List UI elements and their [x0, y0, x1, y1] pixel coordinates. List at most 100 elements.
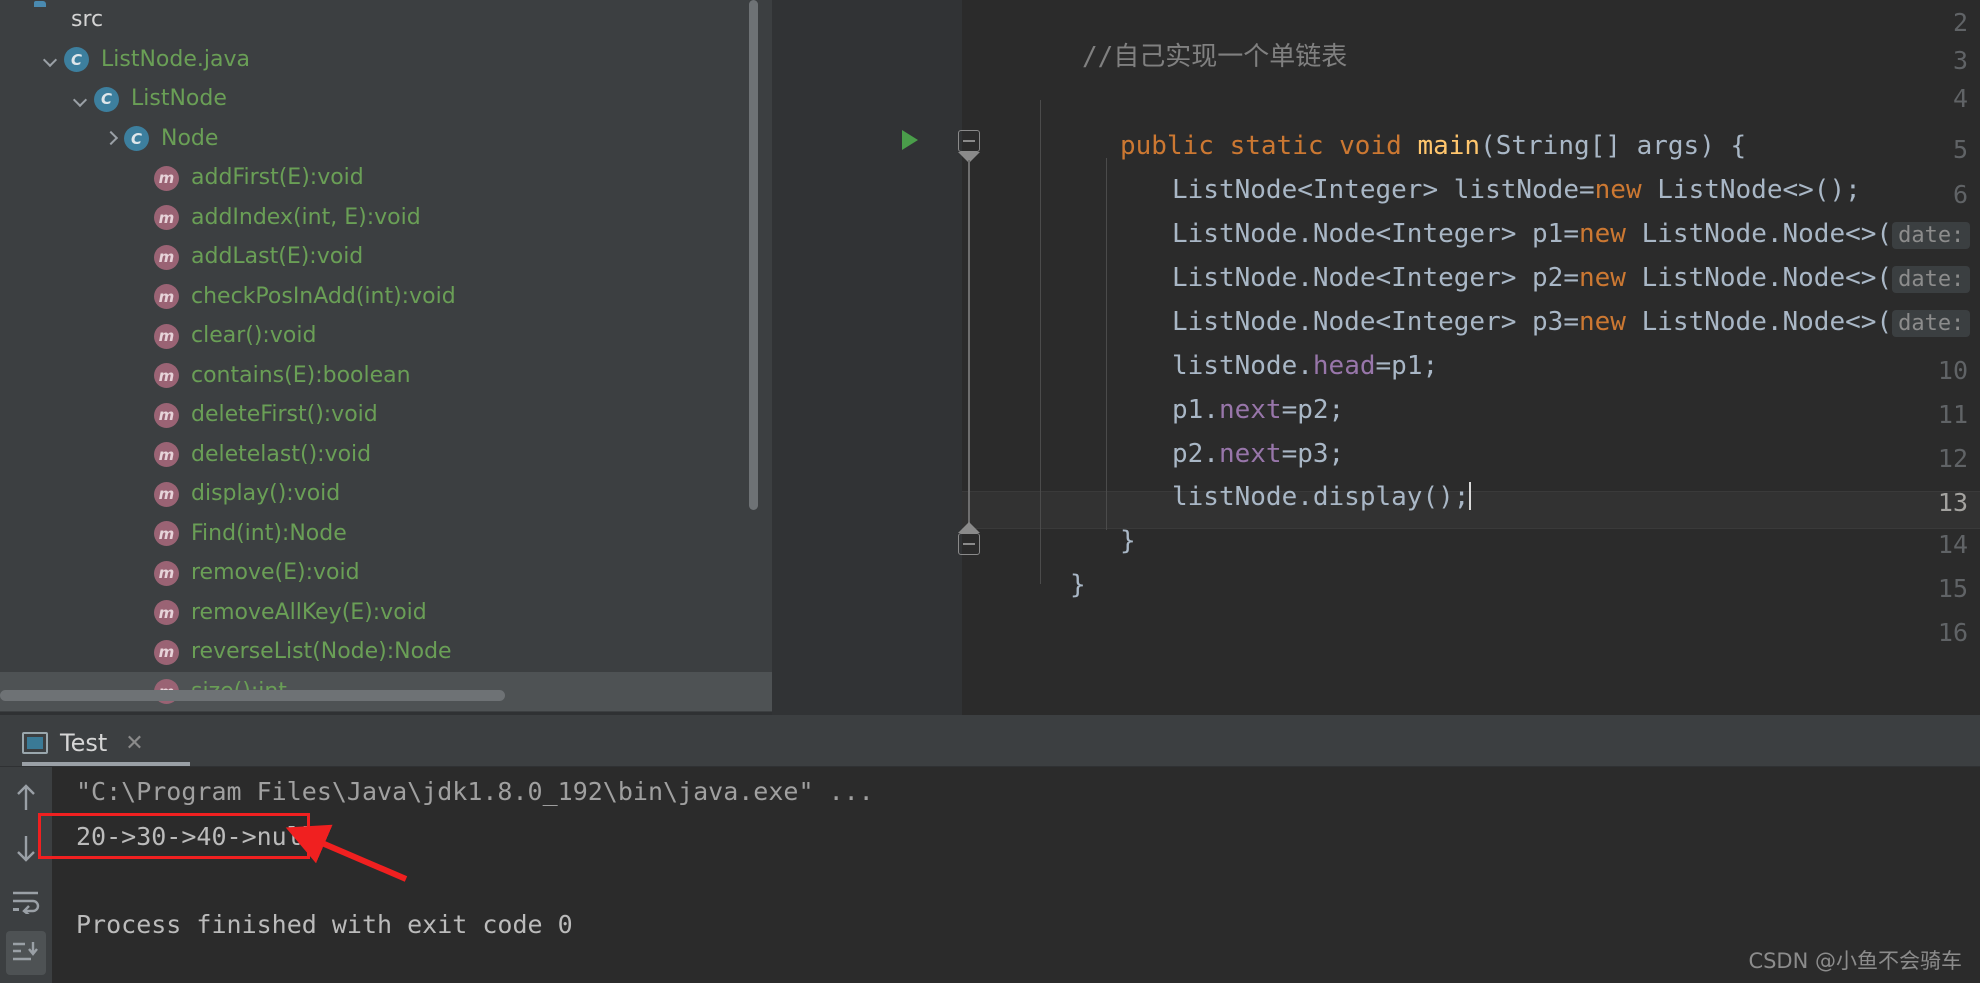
line-number: 14: [1937, 530, 1968, 559]
tree-item-label: remove(E):void: [191, 560, 360, 586]
class-icon: C: [94, 85, 122, 113]
line-number: 2: [1952, 8, 1968, 37]
method-icon: m: [154, 203, 182, 231]
code-line-6: ListNode<Integer> listNode=new ListNode<…: [1172, 171, 1861, 209]
chevron-right-icon[interactable]: [98, 131, 124, 145]
tree-item-label: addLast(E):void: [191, 244, 364, 270]
structure-tree-panel[interactable]: src C ListNode.java C ListNode C Node m addFirst…: [0, 0, 772, 715]
tree-row[interactable]: C ListNode: [0, 79, 772, 119]
method-icon: m: [154, 401, 182, 429]
close-brace-class: }: [1070, 570, 1086, 600]
tree-item-label: Node: [161, 125, 219, 151]
tree-row[interactable]: m removeAllKey(E):void: [0, 593, 772, 633]
structure-tree-list: src C ListNode.java C ListNode C Node m addFirst…: [0, 0, 772, 711]
run-tab-underline: [22, 762, 190, 766]
code-line-8: ListNode.Node<Integer> p2=new ListNode.N…: [1172, 259, 1980, 297]
line-number: 16: [1937, 618, 1968, 647]
line-number: 6: [1952, 180, 1968, 209]
line-number: 12: [1937, 444, 1968, 473]
run-tab-test[interactable]: Test ✕: [22, 721, 190, 766]
code-editor[interactable]: 2 3 4 5 6 7 8 9 10 11 12 13 14 15 16: [772, 0, 1980, 715]
code-line-13: listNode.display();: [1172, 478, 1472, 516]
decl-listnode: ListNode<Integer> listNode=: [1172, 175, 1595, 205]
console-line-command: "C:\Program Files\Java\jdk1.8.0_192\bin\…: [76, 777, 874, 806]
code-line-11: p1.next=p2;: [1172, 391, 1344, 429]
tree-row[interactable]: m deleteFirst():void: [0, 395, 772, 435]
code-line-12: p2.next=p3;: [1172, 435, 1344, 473]
tree-row[interactable]: m addIndex(int, E):void: [0, 198, 772, 238]
tree-horizontal-scrollbar[interactable]: [0, 690, 505, 701]
tree-row[interactable]: src: [0, 0, 772, 40]
kw-new: new: [1579, 219, 1626, 249]
code-line-7: ListNode.Node<Integer> p1=new ListNode.N…: [1172, 215, 1980, 253]
node-ctor: ListNode.Node<>(: [1625, 219, 1893, 249]
tree-item-label: removeAllKey(E):void: [191, 599, 427, 625]
tree-vertical-scrollbar[interactable]: [749, 0, 758, 510]
tree-row[interactable]: m addLast(E):void: [0, 237, 772, 277]
folder-icon: [34, 6, 62, 34]
code-line-comment: //自己实现一个单链表: [1082, 38, 1347, 76]
kw-new: new: [1579, 307, 1626, 337]
fold-range-line: [968, 160, 970, 530]
chevron-down-icon[interactable]: [68, 92, 94, 106]
tree-row[interactable]: m reverseList(Node):Node: [0, 632, 772, 672]
fold-collapse-icon[interactable]: [958, 130, 980, 152]
run-tab-label: Test: [60, 729, 108, 757]
fold-collapse-icon-end[interactable]: [958, 533, 980, 555]
tree-row[interactable]: m remove(E):void: [0, 553, 772, 593]
assign-p1: =p1;: [1375, 351, 1439, 381]
tree-row[interactable]: m deletelast():void: [0, 435, 772, 475]
field-head: head: [1312, 351, 1376, 381]
tree-item-label: clear():void: [191, 323, 317, 349]
obj-listnode: listNode.: [1172, 351, 1313, 381]
kw-new: new: [1579, 263, 1626, 293]
ide-window: src C ListNode.java C ListNode C Node m addFirst…: [0, 0, 1980, 983]
method-icon: m: [154, 480, 182, 508]
field-next: next: [1218, 395, 1282, 425]
node-ctor: ListNode.Node<>(: [1625, 263, 1893, 293]
code-line-10: listNode.head=p1;: [1172, 347, 1438, 385]
code-line-15: }: [1070, 566, 1086, 604]
tree-row[interactable]: m clear():void: [0, 316, 772, 356]
kw-public: public: [1120, 131, 1214, 161]
tree-item-label: src: [71, 7, 104, 33]
code-line-5: public static void main(String[] args) {: [1120, 127, 1746, 165]
annotation-highlight-box: [38, 813, 310, 859]
tree-item-label: reverseList(Node):Node: [191, 639, 452, 665]
run-tab-bar: Test ✕: [0, 715, 1980, 767]
assign-p3: =p3;: [1281, 439, 1345, 469]
top-area: src C ListNode.java C ListNode C Node m addFirst…: [0, 0, 1980, 715]
tree-row[interactable]: m display():void: [0, 474, 772, 514]
close-brace-method: }: [1120, 526, 1136, 556]
method-icon: m: [154, 598, 182, 626]
method-icon: m: [154, 638, 182, 666]
tree-row[interactable]: m Find(int):Node: [0, 514, 772, 554]
tree-item-label: addIndex(int, E):void: [191, 204, 421, 230]
indent-guide: [1040, 100, 1041, 584]
close-icon[interactable]: ✕: [125, 731, 143, 756]
tree-row[interactable]: m checkPosInAdd(int):void: [0, 277, 772, 317]
tree-row[interactable]: C Node: [0, 119, 772, 159]
tree-item-label: checkPosInAdd(int):void: [191, 283, 456, 309]
console-toolbar: [0, 767, 52, 983]
method-icon: m: [154, 164, 182, 192]
method-name-main: main: [1417, 131, 1481, 161]
soft-wrap-icon[interactable]: [6, 879, 46, 923]
param-hint-date: date:: [1892, 310, 1971, 337]
method-icon: m: [154, 243, 182, 271]
chevron-down-icon[interactable]: [38, 52, 64, 66]
annotation-arrow: [285, 824, 408, 882]
code-line-14: }: [1120, 522, 1136, 560]
tree-item-label: ListNode.java: [101, 46, 250, 72]
tree-row[interactable]: m contains(E):boolean: [0, 356, 772, 396]
tree-row[interactable]: m addFirst(E):void: [0, 158, 772, 198]
editor-fold-column[interactable]: [890, 0, 962, 715]
editor-gutter[interactable]: [772, 0, 890, 715]
run-method-icon[interactable]: [902, 130, 918, 150]
decl-p3: ListNode.Node<Integer> p3=: [1172, 307, 1579, 337]
tree-row[interactable]: C ListNode.java: [0, 40, 772, 80]
assign-p2: =p2;: [1281, 395, 1345, 425]
scroll-to-end-icon[interactable]: [6, 931, 46, 975]
line-number: 15: [1937, 574, 1968, 603]
line-number: 3: [1952, 46, 1968, 75]
